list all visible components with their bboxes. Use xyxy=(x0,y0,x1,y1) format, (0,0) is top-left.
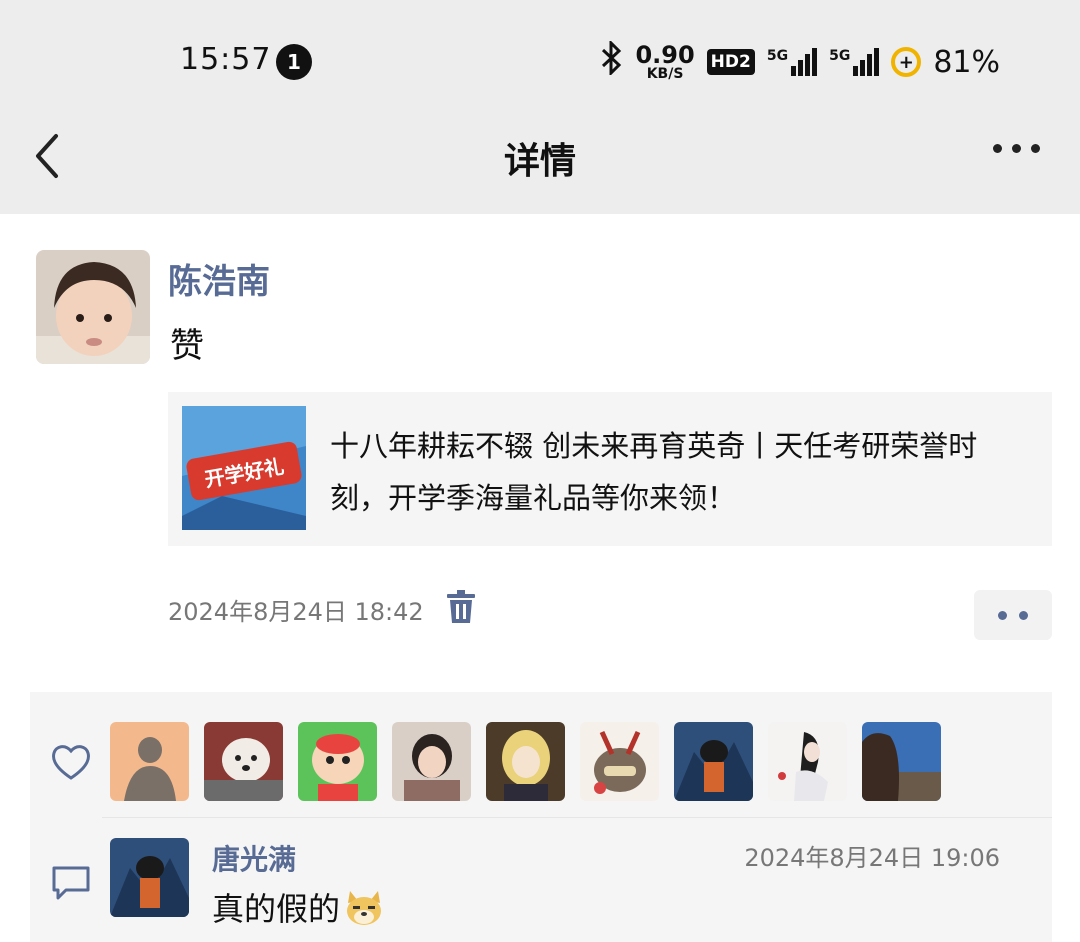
liker-avatar[interactable] xyxy=(486,722,565,801)
signal-1-label: 5G xyxy=(766,48,789,64)
notification-badge: 1 xyxy=(276,44,312,80)
signal-1-icon: 5G xyxy=(766,48,818,76)
shared-link-title: 十八年耕耘不辍 创未来再育英奇丨天任考研荣誉时刻，开学季海量礼品等你来领！ xyxy=(330,429,978,515)
net-speed-unit: KB/S xyxy=(646,66,684,82)
action-dots-icon xyxy=(998,610,1007,620)
net-speed-value: 0.90 xyxy=(635,41,695,69)
hd-badge: HD2 xyxy=(706,49,755,75)
bluetooth-icon xyxy=(601,39,623,83)
likers-list xyxy=(110,722,941,801)
likes-comments-panel: 唐光满 2024年8月24日 19:06 真的假的 xyxy=(30,692,1052,942)
shared-link-thumbnail: 开学好礼 xyxy=(182,406,306,530)
liker-avatar[interactable] xyxy=(580,722,659,801)
signal-2-icon: 5G xyxy=(829,48,880,76)
liker-avatar[interactable] xyxy=(392,722,471,801)
signal-2-label: 5G xyxy=(829,48,851,64)
more-button[interactable] xyxy=(993,144,1040,153)
net-speed: 0.90 KB/S xyxy=(635,43,694,81)
comment-text: 真的假的 xyxy=(212,884,384,930)
doge-emoji-icon xyxy=(344,887,384,927)
liker-avatar[interactable] xyxy=(862,722,941,801)
like-comment-action-button[interactable] xyxy=(974,590,1052,640)
comment-author[interactable]: 唐光满 xyxy=(212,838,296,878)
post-time: 2024年8月24日 18:42 xyxy=(168,598,424,626)
comment-avatar[interactable] xyxy=(110,838,189,917)
heart-icon xyxy=(50,742,92,782)
liker-avatar[interactable] xyxy=(674,722,753,801)
liker-avatar[interactable] xyxy=(110,722,189,801)
page-title: 详情 xyxy=(503,141,576,182)
comment-time: 2024年8月24日 19:06 xyxy=(744,844,1000,872)
liker-avatar[interactable] xyxy=(768,722,847,801)
delete-button[interactable] xyxy=(446,590,476,624)
status-time: 15:57 xyxy=(180,42,272,77)
comment-icon xyxy=(50,864,92,902)
top-bar: 15:57 1 0.90 KB/S HD2 5G 5G + 81% 详情 xyxy=(0,0,1080,214)
liker-avatar[interactable] xyxy=(204,722,283,801)
status-icons: 0.90 KB/S HD2 5G 5G + 81% xyxy=(601,39,1000,84)
liker-avatar[interactable] xyxy=(298,722,377,801)
author-avatar[interactable] xyxy=(36,250,150,364)
battery-percent: 81% xyxy=(933,44,1000,80)
divider xyxy=(102,817,1052,818)
battery-saver-icon: + xyxy=(891,47,922,77)
post-author[interactable]: 陈浩南 xyxy=(168,254,270,303)
trash-icon xyxy=(447,590,475,623)
more-dots-icon xyxy=(993,144,1002,153)
post-text: 赞 xyxy=(170,326,204,366)
shared-link-card[interactable]: 开学好礼 十八年耕耘不辍 创未来再育英奇丨天任考研荣誉时刻，开学季海量礼品等你来… xyxy=(168,392,1052,546)
comment-text-content: 真的假的 xyxy=(212,890,341,928)
